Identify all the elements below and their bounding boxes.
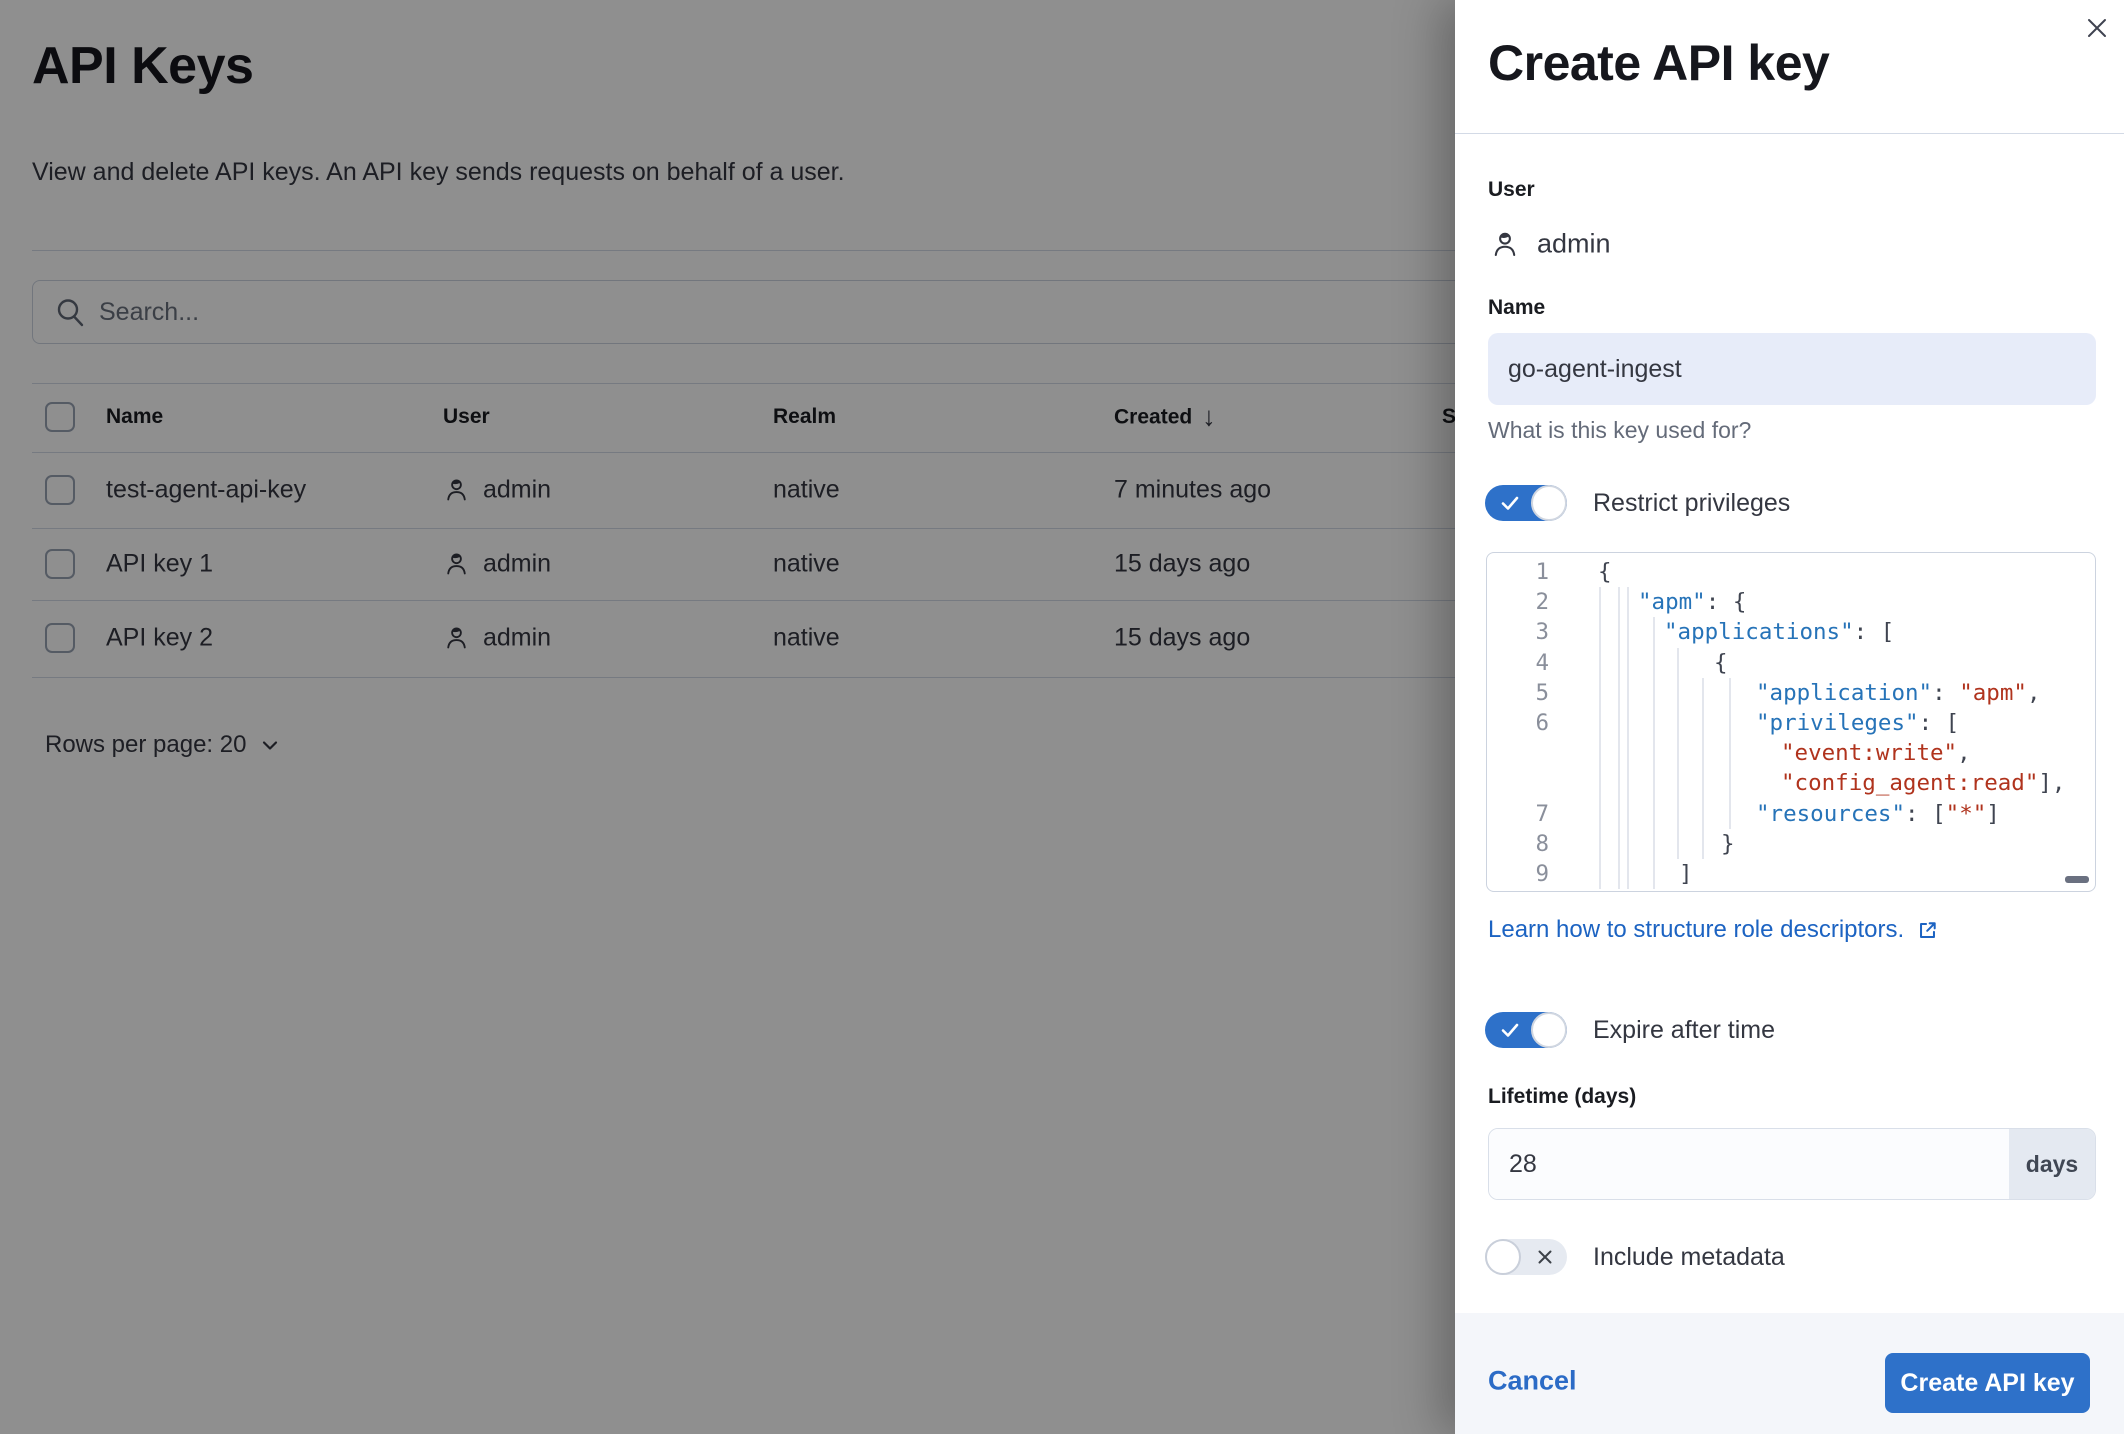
include-metadata-label: Include metadata — [1593, 1242, 1785, 1271]
code-line-number: 2 — [1535, 589, 1549, 616]
code-line: 7 "resources": ["*"] — [1487, 799, 2095, 829]
code-line-number: 1 — [1535, 559, 1549, 586]
create-api-key-button[interactable]: Create API key — [1885, 1353, 2090, 1413]
code-line-number: 5 — [1535, 679, 1549, 706]
expire-after-time-label: Expire after time — [1593, 1015, 1776, 1044]
restrict-privileges-toggle[interactable] — [1485, 485, 1567, 521]
role-descriptors-editor[interactable]: 1{2 "apm": {3 "applications": [4{5 "applica… — [1486, 552, 2096, 892]
user-value-row: admin — [1490, 229, 1611, 260]
code-line: 6 "privileges": [ — [1487, 708, 2095, 738]
code-line: "config_agent:read"], — [1781, 770, 2066, 797]
code-line-number: 6 — [1535, 710, 1549, 737]
api-key-name-input[interactable] — [1488, 333, 2096, 405]
expire-after-time-toggle[interactable] — [1485, 1012, 1567, 1048]
editor-scrollbar-thumb[interactable] — [2065, 876, 2089, 883]
lifetime-days-input[interactable] — [1489, 1129, 2009, 1199]
flyout-title: Create API key — [1488, 35, 1830, 91]
external-link-icon — [1920, 921, 1936, 938]
lifetime-label: Lifetime (days) — [1488, 1085, 1637, 1108]
check-icon — [1499, 1019, 1521, 1041]
name-label: Name — [1488, 296, 1546, 319]
name-help-text: What is this key used for? — [1488, 417, 1752, 443]
user-icon — [1494, 232, 1516, 256]
toggle-knob — [1531, 485, 1567, 521]
flyout-header-divider — [1455, 133, 2124, 134]
code-line: 1{ — [1487, 557, 2095, 587]
code-line: 2 "apm": { — [1487, 587, 2095, 617]
restrict-privileges-toggle-row[interactable]: Restrict privileges — [1485, 485, 1790, 521]
cancel-button[interactable]: Cancel — [1488, 1366, 1577, 1397]
code-line-number: 4 — [1535, 649, 1549, 676]
role-descriptors-docs-link-label: Learn how to structure role descriptors. — [1488, 916, 1905, 943]
code-line-number: 3 — [1535, 619, 1549, 646]
include-metadata-toggle[interactable] — [1485, 1239, 1567, 1275]
expire-after-time-toggle-row[interactable]: Expire after time — [1485, 1012, 1775, 1048]
user-value: admin — [1537, 228, 1611, 259]
restrict-privileges-label: Restrict privileges — [1593, 488, 1791, 517]
code-line-number: 7 — [1535, 800, 1549, 827]
code-line: 3 "applications": [ — [1487, 617, 2095, 647]
toggle-knob — [1485, 1239, 1521, 1275]
toggle-knob — [1531, 1012, 1567, 1048]
x-icon — [1535, 1247, 1555, 1267]
code-line: 9] — [1487, 859, 2095, 889]
user-label: User — [1488, 178, 1535, 201]
code-line: 8} — [1487, 829, 2095, 859]
lifetime-field: days — [1488, 1128, 2096, 1200]
close-icon — [2088, 19, 2106, 37]
role-descriptors-docs-link[interactable]: Learn how to structure role descriptors. — [1488, 916, 1939, 944]
code-line: 5 "application": "apm", — [1487, 678, 2095, 708]
role-descriptors-editor-rows: 1{2 "apm": {3 "applications": [4{5 "applica… — [1487, 557, 2095, 891]
check-icon — [1499, 492, 1521, 514]
code-line: 4{ — [1487, 648, 2095, 678]
code-line: "event:write", — [1781, 740, 1971, 767]
code-line-number: 8 — [1535, 830, 1549, 857]
code-line-number: 9 — [1535, 860, 1549, 887]
lifetime-unit-append: days — [2009, 1129, 2095, 1199]
create-api-key-flyout: Create API key User admin Name What is t… — [1455, 0, 2124, 1434]
close-button[interactable] — [2077, 8, 2117, 48]
include-metadata-toggle-row[interactable]: Include metadata — [1485, 1239, 1785, 1275]
